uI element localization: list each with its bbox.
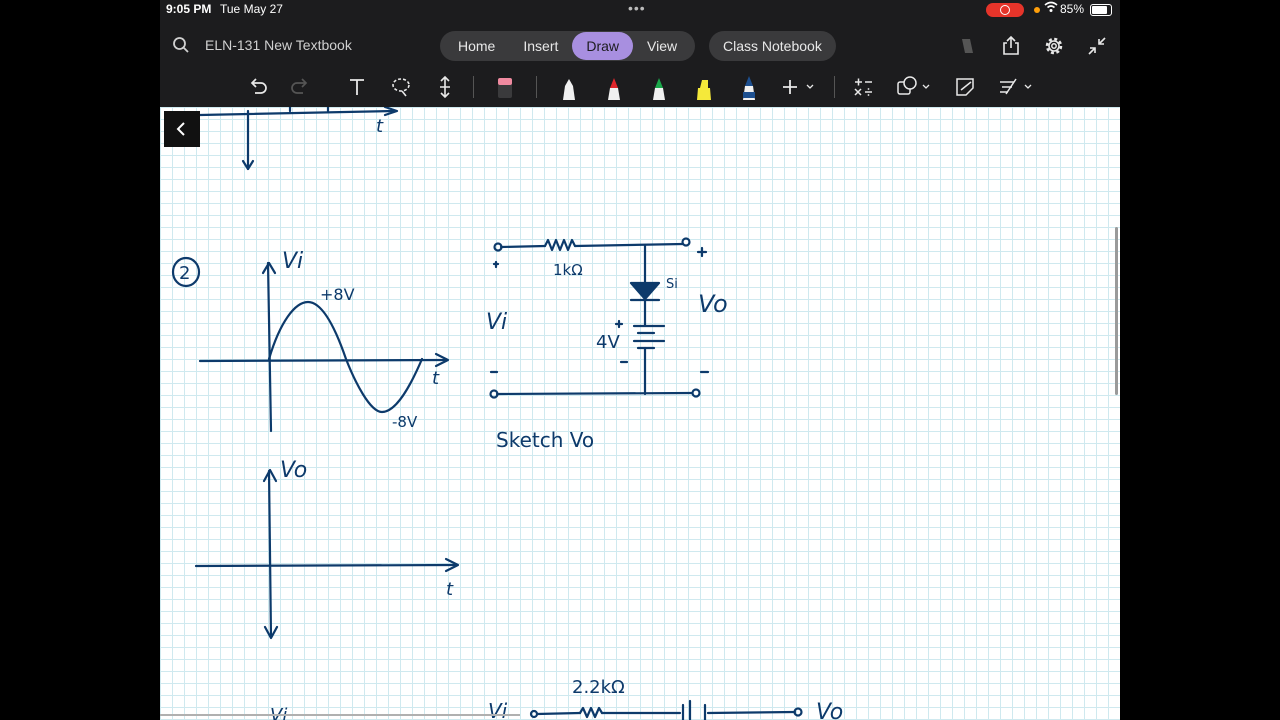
back-button[interactable] xyxy=(164,111,200,147)
peak-pos-label: +8V xyxy=(320,285,355,304)
collapse-icon[interactable] xyxy=(1085,34,1109,58)
next-vi-label: Vi xyxy=(488,699,508,720)
header-bar: ELN-131 New Textbook Home Insert Draw Vi… xyxy=(160,28,1120,64)
output-axes xyxy=(194,468,460,640)
class-notebook-button[interactable]: Class Notebook xyxy=(709,31,836,61)
screen-record-icon[interactable] xyxy=(986,3,1024,17)
eraser-icon[interactable] xyxy=(492,74,518,100)
ink-to-shape-icon[interactable] xyxy=(952,74,978,100)
circuit-diagram xyxy=(489,237,710,399)
pen-white-icon[interactable] xyxy=(556,74,582,100)
tab-draw[interactable]: Draw xyxy=(572,32,634,60)
battery-percent: 85% xyxy=(1060,2,1085,16)
tab-home[interactable]: Home xyxy=(444,32,509,60)
prev-axes xyxy=(198,107,399,171)
next-axis-vi-label: Vi xyxy=(270,705,287,720)
vertical-scrollbar[interactable] xyxy=(1115,227,1118,395)
tab-insert[interactable]: Insert xyxy=(509,32,572,60)
status-date: Tue May 27 xyxy=(220,2,283,16)
status-time: 9:05 PM xyxy=(166,2,212,16)
next-circuit xyxy=(529,699,803,720)
sketch-instruction: Sketch Vo xyxy=(496,428,594,452)
add-pen-icon[interactable] xyxy=(780,74,818,100)
undo-icon[interactable] xyxy=(245,74,271,100)
add-space-icon[interactable] xyxy=(432,74,458,100)
toolbar-divider xyxy=(536,76,537,98)
toolbar-divider xyxy=(473,76,474,98)
prev-t-label: t xyxy=(376,116,384,137)
app-window: 9:05 PM Tue May 27 ••• 85% ELN-131 New T… xyxy=(160,0,1120,720)
resistor-label: 1kΩ xyxy=(553,261,583,279)
settings-icon[interactable] xyxy=(1042,34,1066,58)
pen-green-icon[interactable] xyxy=(646,74,672,100)
multitask-dots-icon[interactable]: ••• xyxy=(628,0,646,16)
peak-neg-label: -8V xyxy=(392,413,418,431)
circuit-vo-label: Vo xyxy=(698,290,728,318)
handwritten-notes: t 2 Vi +8V -8V t 1kΩ Si 4V Vi Vo Sketch … xyxy=(171,107,843,720)
draw-toolbar xyxy=(160,68,1120,106)
share-icon[interactable] xyxy=(999,34,1023,58)
math-icon[interactable] xyxy=(850,74,876,100)
ribbon-tabs: Home Insert Draw View xyxy=(440,31,696,61)
input-sine-wave xyxy=(267,300,424,414)
page-divider xyxy=(160,714,520,716)
battery-label: 4V xyxy=(596,332,620,353)
pen-blue-icon[interactable] xyxy=(736,74,762,100)
highlighter-yellow-icon[interactable] xyxy=(691,74,717,100)
mic-indicator-icon xyxy=(1034,7,1040,13)
tab-view[interactable]: View xyxy=(633,32,691,60)
diode-label: Si xyxy=(666,277,678,292)
note-canvas[interactable]: t 2 Vi +8V -8V t 1kΩ Si 4V Vi Vo Sketch … xyxy=(160,107,1120,720)
ruler-icon[interactable] xyxy=(996,74,1036,100)
wifi-icon xyxy=(1044,1,1058,12)
copilot-icon[interactable] xyxy=(955,34,979,58)
output-t-label: t xyxy=(446,579,454,600)
toolbar-divider xyxy=(834,76,835,98)
vi-axis-label: Vi xyxy=(282,249,303,274)
problem-number: 2 xyxy=(179,263,190,284)
circuit-vi-label: Vi xyxy=(486,310,507,335)
resistor2-label: 2.2kΩ xyxy=(572,677,625,698)
status-bar: 9:05 PM Tue May 27 ••• 85% xyxy=(160,0,1120,20)
pen-red-icon[interactable] xyxy=(601,74,627,100)
search-icon[interactable] xyxy=(172,36,190,54)
chevron-left-icon xyxy=(176,122,185,136)
diode-symbol xyxy=(629,281,661,301)
text-icon[interactable] xyxy=(344,74,370,100)
lasso-icon[interactable] xyxy=(388,74,414,100)
resistor-symbol xyxy=(543,238,577,252)
input-t-label: t xyxy=(432,368,440,389)
vo-axis-label: Vo xyxy=(280,458,307,483)
notebook-title[interactable]: ELN-131 New Textbook xyxy=(205,37,352,53)
redo-icon[interactable] xyxy=(287,74,313,100)
battery-icon xyxy=(1090,4,1112,16)
battery-symbol xyxy=(632,324,666,350)
next-vo-label: Vo xyxy=(816,700,843,720)
shapes-icon[interactable] xyxy=(894,74,934,100)
